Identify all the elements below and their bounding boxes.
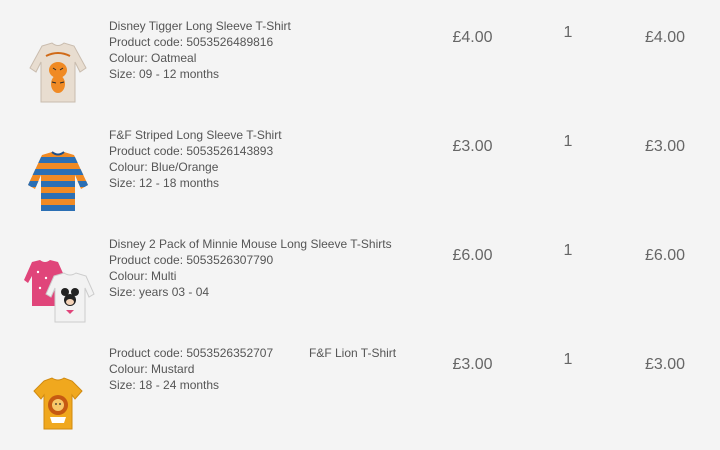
item-price: £3.00 — [452, 356, 493, 373]
item-name[interactable]: Disney 2 Pack of Minnie Mouse Long Sleev… — [109, 236, 429, 252]
item-price: £4.00 — [452, 29, 493, 46]
basket-item: Disney Tigger Long Sleeve T-Shirt Produc… — [0, 0, 720, 109]
item-name[interactable]: F&F Striped Long Sleeve T-Shirt — [109, 127, 429, 143]
item-details: Disney Tigger Long Sleeve T-Shirt Produc… — [109, 18, 429, 82]
basket-item: F&F Striped Long Sleeve T-Shirt Product … — [0, 109, 720, 218]
item-price: £6.00 — [452, 247, 493, 264]
item-colour: Colour: Multi — [109, 269, 177, 283]
item-total: £6.00 — [644, 247, 686, 264]
item-colour: Colour: Mustard — [109, 362, 195, 376]
item-size: Size: 09 - 12 months — [109, 67, 220, 81]
item-product-code: Product code: 5053526307790 — [109, 253, 274, 267]
item-name[interactable]: Disney Tigger Long Sleeve T-Shirt — [109, 18, 429, 34]
item-colour: Colour: Blue/Orange — [109, 160, 219, 174]
basket-item: Product code: 5053526352707 Colour: Must… — [0, 327, 720, 436]
item-size: Size: 18 - 24 months — [109, 378, 220, 392]
item-size: Size: years 03 - 04 — [109, 285, 210, 299]
item-details: F&F Striped Long Sleeve T-Shirt Product … — [109, 127, 429, 191]
item-quantity[interactable]: 1 — [548, 23, 588, 43]
item-quantity[interactable]: 1 — [548, 350, 588, 370]
basket-item-list: Disney Tigger Long Sleeve T-Shirt Produc… — [0, 0, 720, 450]
item-total: £4.00 — [644, 29, 686, 46]
item-quantity[interactable]: 1 — [548, 241, 588, 261]
striped-shirt-thumbnail[interactable] — [20, 149, 96, 215]
lion-shirt-thumbnail[interactable] — [20, 367, 96, 433]
item-price: £3.00 — [452, 138, 493, 155]
item-product-code: Product code: 5053526143893 — [109, 144, 274, 158]
tigger-shirt-thumbnail[interactable] — [20, 40, 96, 106]
item-name[interactable]: F&F Lion T-Shirt — [309, 345, 396, 361]
minnie-shirts-thumbnail[interactable] — [20, 258, 96, 324]
item-colour: Colour: Oatmeal — [109, 51, 197, 65]
item-product-code: Product code: 5053526489816 — [109, 35, 274, 49]
item-size: Size: 12 - 18 months — [109, 176, 220, 190]
item-quantity[interactable]: 1 — [548, 132, 588, 152]
basket-item: Disney 2 Pack of Minnie Mouse Long Sleev… — [0, 218, 720, 327]
item-total: £3.00 — [644, 138, 686, 155]
item-details: Disney 2 Pack of Minnie Mouse Long Sleev… — [109, 236, 429, 300]
item-total: £3.00 — [644, 356, 686, 373]
